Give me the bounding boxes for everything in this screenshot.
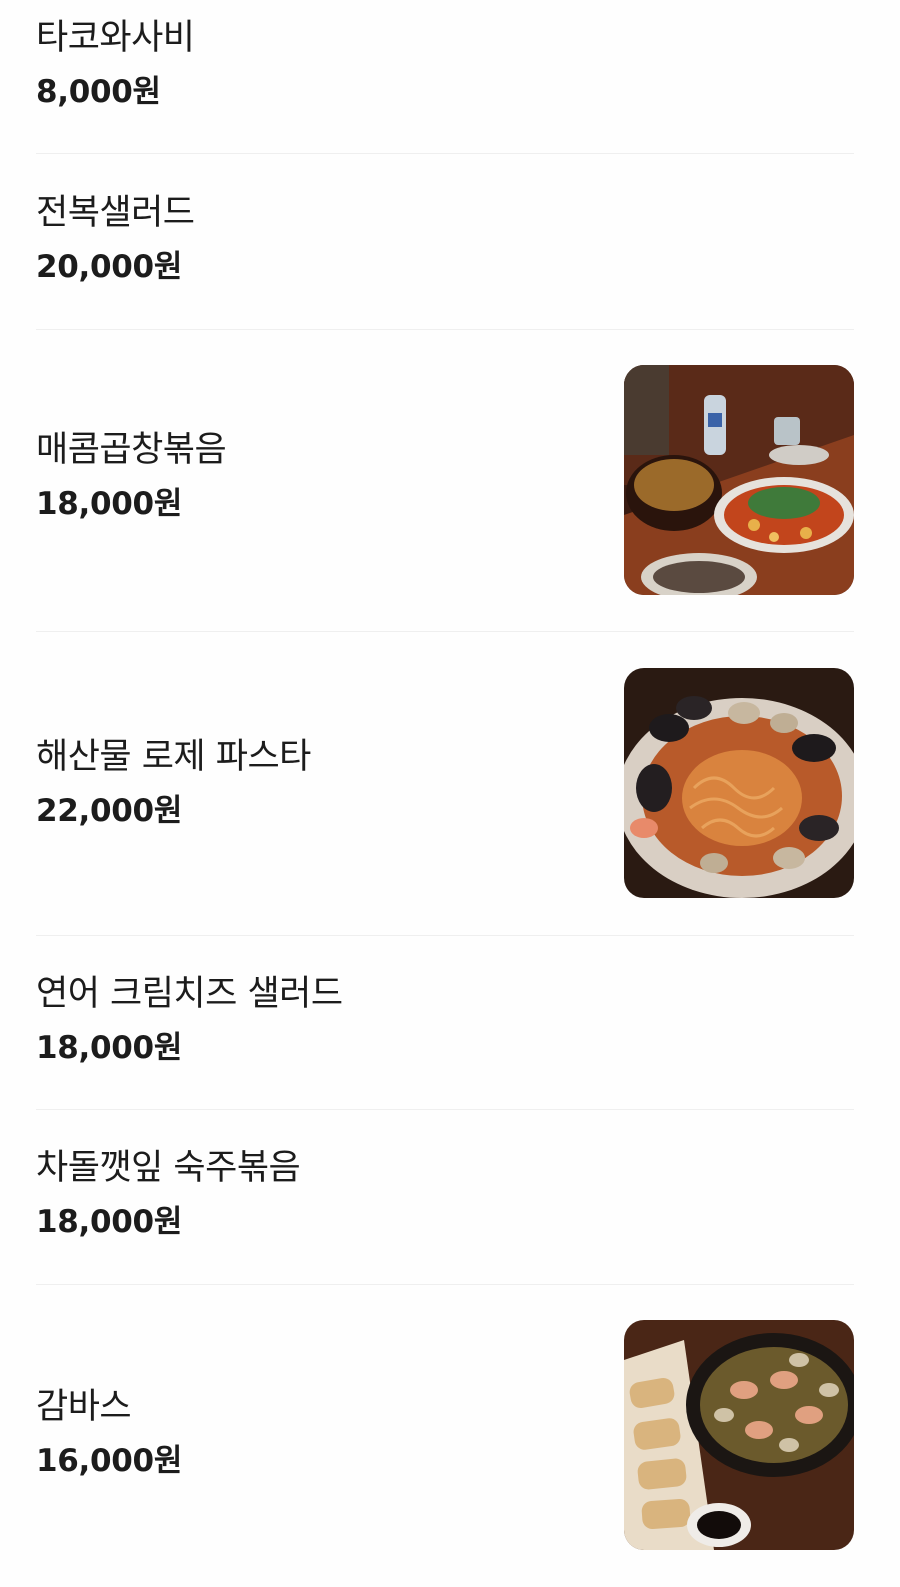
menu-item-text: 매콤곱창볶음 18,000원 (36, 428, 227, 524)
food-photo-spicy-gopchang[interactable] (624, 365, 854, 595)
menu-item-salmon-cream-cheese-salad[interactable]: 연어 크림치즈 샐러드 18,000원 (36, 936, 854, 1110)
menu-item-seafood-rose-pasta[interactable]: 해산물 로제 파스타 22,000원 (36, 632, 854, 936)
menu-item-chadol-perilla-sprouts[interactable]: 차돌깻잎 숙주볶음 18,000원 (36, 1110, 854, 1285)
menu-item-text: 감바스 16,000원 (36, 1385, 182, 1481)
food-photo-seafood-rose-pasta[interactable] (624, 668, 854, 898)
menu-item-name: 타코와사비 (36, 18, 195, 58)
menu-item-price: 18,000원 (36, 486, 183, 522)
menu-item-price: 20,000원 (36, 249, 183, 285)
menu-item-abalone-salad[interactable]: 전복샐러드 20,000원 (36, 154, 854, 330)
menu-item-tako-wasabi[interactable]: 타코와사비 8,000원 (36, 0, 854, 154)
menu-item-price: 22,000원 (36, 793, 183, 829)
menu-item-text: 해산물 로제 파스타 22,000원 (36, 735, 311, 831)
menu-item-text: 전복샐러드 20,000원 (36, 191, 195, 287)
menu-item-name: 차돌깻잎 숙주볶음 (36, 1148, 301, 1188)
menu-item-text: 연어 크림치즈 샐러드 18,000원 (36, 972, 343, 1068)
menu-item-price: 18,000원 (36, 1030, 183, 1066)
menu-item-name: 감바스 (36, 1387, 132, 1427)
menu-item-name: 연어 크림치즈 샐러드 (36, 974, 343, 1014)
menu-item-price: 16,000원 (36, 1443, 183, 1479)
menu-item-price: 8,000원 (36, 74, 161, 110)
menu-item-price: 18,000원 (36, 1204, 183, 1240)
menu-item-name: 해산물 로제 파스타 (36, 737, 311, 777)
food-photo-gambas[interactable] (624, 1320, 854, 1550)
menu-item-text: 차돌깻잎 숙주볶음 18,000원 (36, 1146, 301, 1242)
menu-item-gambas[interactable]: 감바스 16,000원 (36, 1285, 854, 1587)
menu-list: 타코와사비 8,000원 전복샐러드 20,000원 매콤곱창볶음 18,000… (0, 0, 900, 1587)
menu-item-name: 전복샐러드 (36, 193, 195, 233)
menu-item-text: 타코와사비 8,000원 (36, 16, 195, 112)
menu-item-name: 매콤곱창볶음 (36, 430, 227, 470)
menu-item-spicy-gopchang[interactable]: 매콤곱창볶음 18,000원 (36, 330, 854, 632)
